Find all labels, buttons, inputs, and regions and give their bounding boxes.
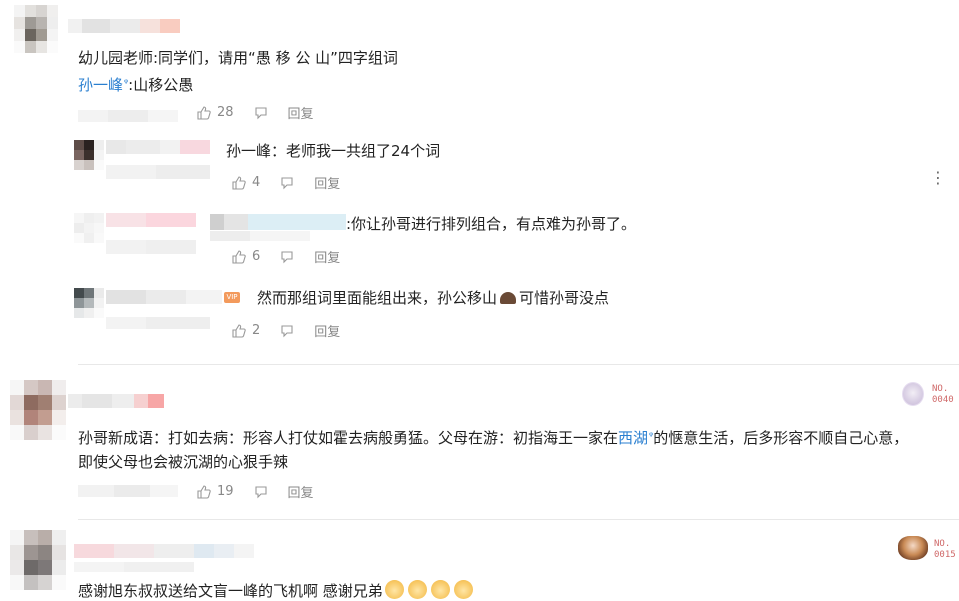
like-count: 4	[252, 175, 261, 190]
fan-badge: NO. 0040	[898, 380, 959, 408]
fan-badge: NO. 0015	[896, 533, 959, 563]
quoted-meta-redacted	[210, 231, 310, 241]
reply-username-redacted[interactable]	[106, 213, 196, 227]
comment-text: 即使父母也会被沉湖的心狠手辣	[78, 453, 289, 471]
cat-emoji-icon	[453, 580, 473, 599]
comment-icon	[281, 324, 293, 337]
thumbs-up-icon	[232, 175, 246, 190]
comment-icon	[254, 106, 267, 119]
reply-button[interactable]: 回复	[314, 321, 340, 340]
like-count: 2	[252, 323, 261, 338]
user-mention-link[interactable]: 孙一峰	[78, 76, 123, 94]
reply-meta-redacted	[106, 317, 210, 329]
reply-button[interactable]: 回复	[314, 247, 340, 266]
cat-emoji-icon	[407, 580, 427, 599]
username-redacted[interactable]	[68, 394, 164, 408]
reply-avatar[interactable]	[74, 288, 104, 318]
reply-label: 回复	[314, 177, 341, 192]
reply-button[interactable]: 回复	[288, 482, 314, 501]
reply-meta-redacted	[106, 165, 210, 179]
comment-actions: 19 回复	[197, 482, 314, 501]
comment-reply-text: :山移公愚	[128, 76, 194, 94]
comment-button[interactable]	[280, 250, 294, 264]
like-button[interactable]: 4	[232, 175, 260, 190]
thumbs-up-icon	[232, 323, 246, 338]
reply-label: 回复	[314, 325, 341, 340]
comment-text: 感谢旭东叔叔送给文盲一峰的飞机啊 感谢兄弟	[78, 580, 473, 601]
comment-button[interactable]	[254, 106, 268, 120]
comment-reply-line: 孙一峰ᵠ:山移公愚	[78, 74, 193, 95]
thumbs-up-icon	[197, 484, 211, 499]
vip-badge: VIP	[224, 292, 240, 303]
badge-avatar-icon	[898, 536, 928, 560]
avatar[interactable]	[10, 380, 66, 440]
badge-number: 0015	[934, 550, 956, 560]
reply-username-redacted[interactable]	[106, 290, 222, 304]
reply-avatar[interactable]	[74, 140, 104, 170]
like-button[interactable]: 6	[232, 249, 260, 264]
comment-text-part: 感谢旭东叔叔送给文盲一峰的飞机啊 感谢兄弟	[78, 582, 383, 600]
badge-avatar-icon	[902, 382, 924, 406]
username-redacted[interactable]	[68, 19, 180, 33]
poop-emoji-icon	[500, 292, 517, 304]
reply-text-part: 然而那组词里面能组出来，孙公移山	[257, 289, 498, 307]
comment-divider	[78, 364, 959, 365]
comment-icon	[281, 176, 293, 189]
comment-text: 幼儿园老师:同学们，请用“愚 移 公 山”四字组词	[78, 49, 398, 67]
like-count: 19	[217, 484, 234, 499]
like-count: 28	[217, 105, 234, 120]
reply-button[interactable]: 回复	[314, 173, 340, 192]
reply-actions: 6 回复	[232, 247, 340, 266]
reply-username-redacted[interactable]	[106, 140, 210, 154]
avatar[interactable]	[14, 5, 58, 53]
thumbs-up-icon	[232, 249, 246, 264]
thumbs-up-icon	[197, 105, 211, 120]
like-button[interactable]: 28	[197, 105, 234, 120]
comment-text: 孙哥新成语：打如去病：形容人打仗如霍去病般勇猛。父母在游：初指海王一家在西湖ᵠ的…	[78, 427, 908, 448]
like-count: 6	[252, 249, 261, 264]
badge-label: NO.	[934, 539, 951, 549]
comment-button[interactable]	[254, 485, 268, 499]
username-redacted[interactable]	[74, 544, 254, 558]
avatar[interactable]	[10, 530, 66, 590]
reply-label: 回复	[287, 107, 314, 122]
quoted-user-redacted[interactable]	[210, 214, 346, 230]
comment-actions: 28 回复	[197, 103, 314, 122]
reply-label: 回复	[314, 251, 341, 266]
timestamp-redacted	[78, 110, 178, 122]
reply-text: :你让孙哥进行排列组合，有点难为孙哥了。	[346, 215, 637, 233]
badge-number: 0040	[932, 395, 954, 405]
comment-button[interactable]	[280, 324, 294, 338]
cat-emoji-icon	[384, 580, 404, 599]
comment-text-part: 的惬意生活，后多形容不顺自己心意，	[653, 429, 909, 447]
reply-avatar[interactable]	[74, 213, 104, 243]
like-button[interactable]: 2	[232, 323, 260, 338]
comment-text-part: 孙哥新成语：打如去病：形容人打仗如霍去病般勇猛。父母在游：初指海王一家在	[78, 429, 619, 447]
reply-actions: 2 回复	[232, 321, 340, 340]
comment-divider	[78, 519, 959, 520]
badge-label: NO.	[932, 384, 949, 394]
reply-meta-redacted	[106, 240, 196, 254]
topic-link[interactable]: 西湖	[618, 429, 648, 447]
reply-text: 然而那组词里面能组出来，孙公移山 可惜孙哥没点	[257, 288, 609, 308]
like-button[interactable]: 19	[197, 484, 234, 499]
reply-text-part: 可惜孙哥没点	[519, 289, 610, 307]
reply-text: 孙一峰：老师我一共组了24个词	[226, 142, 441, 160]
cat-emoji-icon	[430, 580, 450, 599]
comment-button[interactable]	[280, 176, 294, 190]
reply-button[interactable]: 回复	[288, 103, 314, 122]
reply-label: 回复	[287, 486, 314, 501]
meta-redacted	[74, 562, 194, 572]
comment-icon	[254, 485, 267, 498]
more-options-icon[interactable]: ⋮	[930, 168, 946, 187]
reply-actions: 4 回复	[232, 173, 340, 192]
comment-icon	[281, 250, 293, 263]
timestamp-redacted	[78, 485, 178, 497]
